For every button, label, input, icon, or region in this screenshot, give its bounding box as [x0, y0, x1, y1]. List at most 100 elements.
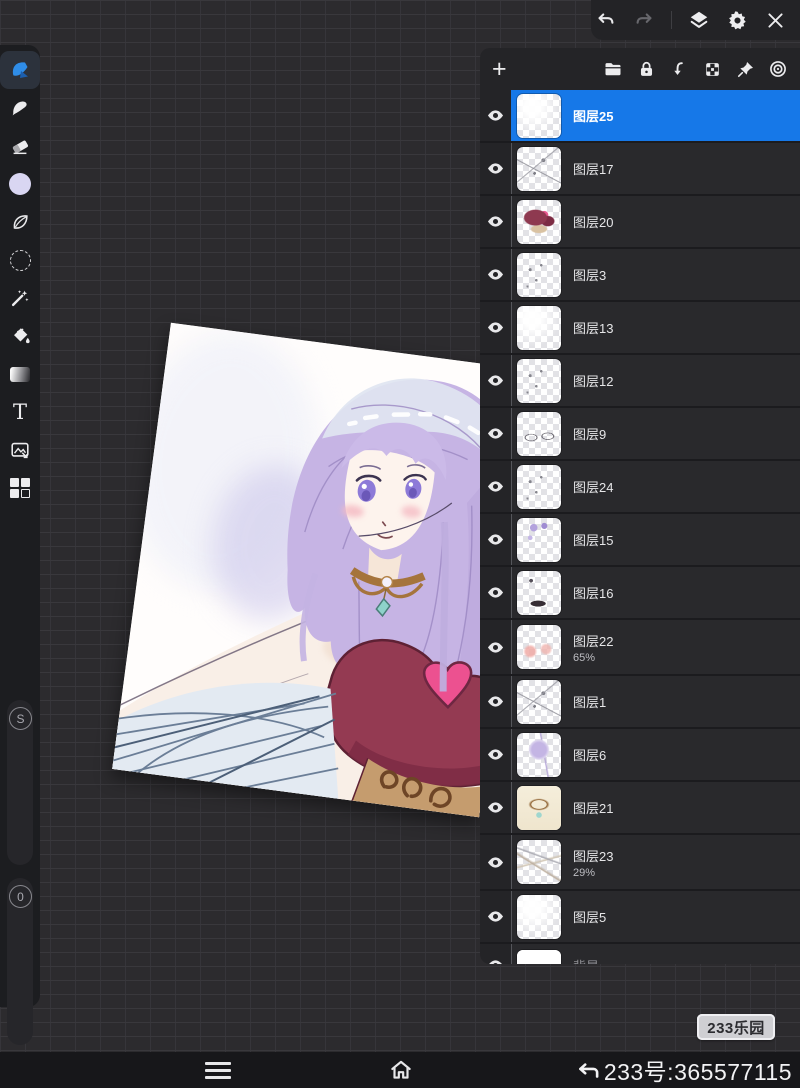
canvas-tiles-icon	[10, 478, 30, 498]
eye-icon	[486, 907, 505, 926]
close-icon[interactable]	[764, 9, 786, 31]
layer-visibility-toggle[interactable]	[480, 408, 511, 459]
layer-visibility-toggle[interactable]	[480, 143, 511, 194]
pin-icon[interactable]	[735, 59, 755, 79]
add-layer-icon[interactable]: +	[492, 57, 507, 82]
layer-name: 图层25	[573, 106, 613, 125]
eye-icon	[486, 853, 505, 872]
layer-thumbnail	[517, 465, 561, 509]
leaf-brush-tool[interactable]	[0, 203, 40, 241]
layer-visibility-toggle[interactable]	[480, 302, 511, 353]
layer-row-main[interactable]: 图层3	[511, 249, 800, 300]
layer-row[interactable]: 图层12	[480, 355, 800, 408]
slider-knob-0[interactable]: 0	[9, 885, 32, 908]
layer-row[interactable]: 图层21	[480, 782, 800, 835]
layer-row-main[interactable]: 图层6	[511, 729, 800, 780]
paint-brush-tool[interactable]	[0, 51, 40, 89]
layer-row[interactable]: 图层25	[480, 90, 800, 143]
drawing-canvas[interactable]	[112, 323, 538, 817]
eye-icon	[486, 745, 505, 764]
layer-name: 图层5	[573, 907, 606, 926]
folder-icon[interactable]	[603, 59, 623, 79]
color-swatch-tool[interactable]	[0, 165, 40, 203]
layer-visibility-toggle[interactable]	[480, 891, 511, 942]
divider	[671, 11, 672, 29]
merge-down-icon[interactable]	[669, 59, 689, 79]
undo-icon[interactable]	[595, 9, 617, 31]
layer-row-main[interactable]: 图层23 29%	[511, 835, 800, 889]
layer-row[interactable]: 图层15	[480, 514, 800, 567]
layer-visibility-toggle[interactable]	[480, 620, 511, 674]
layer-thumbnail	[517, 94, 561, 138]
menu-icon[interactable]	[205, 1062, 231, 1079]
fill-bucket-tool[interactable]	[0, 317, 40, 355]
text-tool[interactable]: T	[0, 393, 40, 431]
artwork-anime-girl	[112, 323, 538, 817]
layer-row-main[interactable]: 图层1	[511, 676, 800, 727]
smudge-tool[interactable]	[0, 89, 40, 127]
brush-opacity-slider[interactable]: 0	[7, 878, 33, 1045]
eye-icon	[486, 159, 505, 178]
layer-row[interactable]: 图层3	[480, 249, 800, 302]
home-icon[interactable]	[388, 1057, 414, 1083]
layer-row-main[interactable]: 图层5	[511, 891, 800, 942]
layer-visibility-toggle[interactable]	[480, 249, 511, 300]
lasso-select-tool[interactable]	[0, 241, 40, 279]
layers-stack-icon[interactable]	[688, 9, 710, 31]
layer-row[interactable]: 图层5	[480, 891, 800, 944]
layer-row-main[interactable]: 图层15	[511, 514, 800, 565]
layer-row-main[interactable]: 图层21	[511, 782, 800, 833]
layer-row-main[interactable]: 图层12	[511, 355, 800, 406]
eraser-tool[interactable]	[0, 127, 40, 165]
layer-row[interactable]: 背景	[480, 944, 800, 964]
import-image-tool[interactable]	[0, 431, 40, 469]
layer-visibility-toggle[interactable]	[480, 355, 511, 406]
layer-row[interactable]: 图层1	[480, 676, 800, 729]
layer-row-main[interactable]: 图层16	[511, 567, 800, 618]
layer-row[interactable]: 图层23 29%	[480, 835, 800, 891]
layer-visibility-toggle[interactable]	[480, 835, 511, 889]
layer-row-main[interactable]: 图层9	[511, 408, 800, 459]
layer-row[interactable]: 图层17	[480, 143, 800, 196]
layer-visibility-toggle[interactable]	[480, 567, 511, 618]
canvas-tiles-tool[interactable]	[0, 469, 40, 507]
magic-wand-tool[interactable]	[0, 279, 40, 317]
layer-visibility-toggle[interactable]	[480, 90, 511, 141]
layer-row[interactable]: 图层24	[480, 461, 800, 514]
layer-row[interactable]: 图层22 65%	[480, 620, 800, 676]
layer-name: 图层20	[573, 212, 613, 231]
layer-visibility-toggle[interactable]	[480, 676, 511, 727]
settings-gear-icon[interactable]	[726, 9, 748, 31]
layer-visibility-toggle[interactable]	[480, 729, 511, 780]
checkerboard-icon[interactable]	[702, 59, 722, 79]
layer-row-main[interactable]: 图层24	[511, 461, 800, 512]
layer-row-main[interactable]: 图层17	[511, 143, 800, 194]
layer-name: 图层23	[573, 846, 613, 865]
layer-visibility-toggle[interactable]	[480, 196, 511, 247]
gradient-tool[interactable]	[0, 355, 40, 393]
layer-row-main[interactable]: 图层22 65%	[511, 620, 800, 674]
lock-icon[interactable]	[636, 59, 656, 79]
layer-row[interactable]: 图层20	[480, 196, 800, 249]
layer-row-main[interactable]: 图层25	[511, 90, 800, 141]
tool-sidebar: T S 0	[0, 45, 40, 1007]
brush-size-slider[interactable]: S	[7, 700, 33, 865]
layer-row[interactable]: 图层9	[480, 408, 800, 461]
layer-visibility-toggle[interactable]	[480, 514, 511, 565]
layer-visibility-toggle[interactable]	[480, 461, 511, 512]
layer-row[interactable]: 图层13	[480, 302, 800, 355]
layer-row-main[interactable]: 图层20	[511, 196, 800, 247]
slider-knob-s[interactable]: S	[9, 707, 32, 730]
disc-icon[interactable]	[768, 59, 788, 79]
redo-icon[interactable]	[633, 9, 655, 31]
layer-row-main[interactable]: 背景	[511, 944, 800, 964]
account-id-text: 233号:365577115	[604, 1053, 792, 1087]
layer-row-main[interactable]: 图层13	[511, 302, 800, 353]
layer-visibility-toggle[interactable]	[480, 944, 511, 964]
layer-row[interactable]: 图层16	[480, 567, 800, 620]
back-icon[interactable]	[576, 1057, 602, 1083]
layer-row[interactable]: 图层6	[480, 729, 800, 782]
layer-thumbnail	[517, 895, 561, 939]
eye-icon	[486, 212, 505, 231]
layer-visibility-toggle[interactable]	[480, 782, 511, 833]
